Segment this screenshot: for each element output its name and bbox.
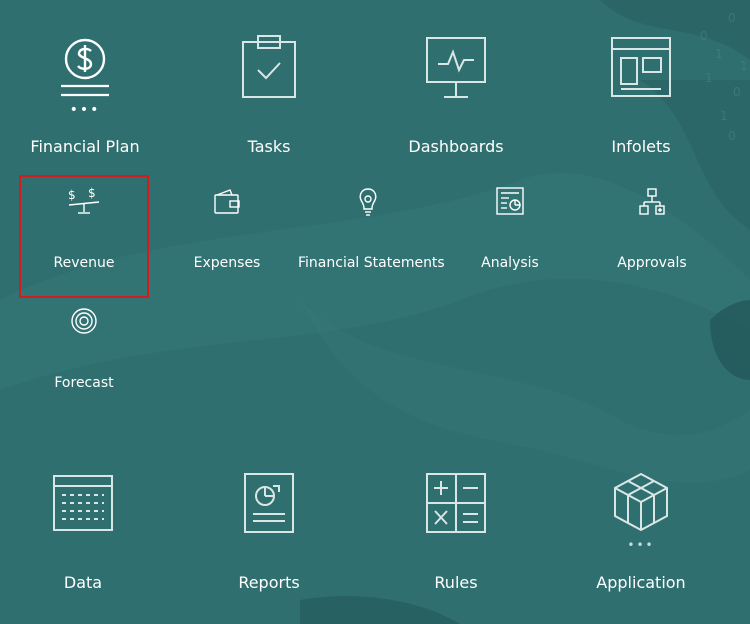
target-icon [21, 307, 147, 335]
report-chart-icon [448, 186, 572, 216]
svg-text:1: 1 [715, 47, 723, 61]
tile-label: Dashboards [408, 137, 504, 156]
svg-text:1: 1 [740, 59, 748, 73]
tile-forecast[interactable]: Forecast [21, 300, 147, 400]
window-panels-icon [566, 34, 716, 100]
svg-text:0: 0 [733, 85, 741, 99]
list-grid-icon [10, 470, 156, 532]
hierarchy-icon [588, 187, 716, 217]
calculator-icon [381, 470, 531, 534]
svg-text:$: $ [88, 186, 96, 200]
monitor-pulse-icon [381, 34, 531, 100]
scale-dollar-icon: $ $ [21, 186, 147, 217]
svg-text:0: 0 [728, 11, 736, 25]
tile-label: Revenue [53, 255, 115, 271]
tile-financial-plan[interactable]: ••• Financial Plan [10, 34, 160, 162]
tile-approvals[interactable]: Approvals [588, 177, 716, 296]
more-dots: ••• [627, 538, 655, 552]
clipboard-check-icon [194, 34, 344, 100]
tile-rules[interactable]: Rules [381, 470, 531, 598]
svg-text:1: 1 [720, 109, 728, 123]
lightbulb-icon [298, 186, 438, 218]
tile-expenses[interactable]: Expenses [162, 177, 292, 296]
tile-label: Analysis [481, 255, 539, 271]
tile-label: Financial Plan [30, 137, 140, 156]
tile-label: Forecast [54, 375, 114, 391]
tile-dashboards[interactable]: Dashboards [381, 34, 531, 162]
tile-data[interactable]: Data [10, 470, 156, 598]
tile-label: Approvals [617, 255, 687, 271]
tile-tasks[interactable]: Tasks [194, 34, 344, 162]
tile-label: Expenses [193, 255, 261, 271]
cube-icon [566, 470, 716, 536]
svg-text:0: 0 [728, 129, 736, 143]
tile-label: Tasks [247, 137, 291, 156]
tile-analysis[interactable]: Analysis [448, 177, 572, 296]
tile-label: Data [63, 573, 103, 592]
tile-label: Infolets [611, 137, 671, 156]
tile-reports[interactable]: Reports [194, 470, 344, 598]
tile-label: Financial Statements [298, 255, 445, 271]
tile-label: Rules [434, 573, 478, 592]
tile-label: Application [596, 573, 686, 592]
tile-revenue[interactable]: $ $ Revenue [19, 175, 149, 298]
svg-text:$: $ [68, 188, 76, 202]
tile-label: Reports [238, 573, 300, 592]
tile-application[interactable]: ••• Application [566, 470, 716, 598]
tile-financial-statements[interactable]: Financial Statements [298, 177, 445, 296]
wallet-icon [162, 188, 292, 216]
more-dots: ••• [69, 102, 101, 118]
document-pie-icon [194, 470, 344, 534]
tile-infolets[interactable]: Infolets [566, 34, 716, 162]
